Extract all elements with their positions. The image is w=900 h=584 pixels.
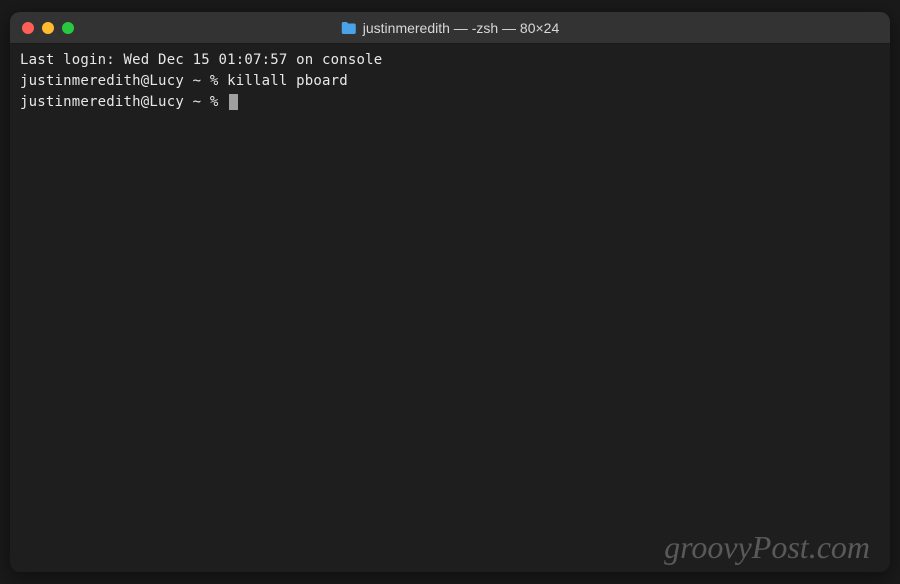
terminal-prompt-line: justinmeredith@Lucy ~ % [20, 92, 880, 113]
maximize-button[interactable] [62, 22, 74, 34]
folder-icon [341, 21, 357, 35]
minimize-button[interactable] [42, 22, 54, 34]
terminal-window: justinmeredith — -zsh — 80×24 Last login… [10, 12, 890, 572]
traffic-lights [22, 22, 74, 34]
title-bar[interactable]: justinmeredith — -zsh — 80×24 [10, 12, 890, 44]
terminal-body[interactable]: Last login: Wed Dec 15 01:07:57 on conso… [10, 44, 890, 572]
cursor [229, 94, 238, 110]
window-title: justinmeredith — -zsh — 80×24 [363, 20, 559, 36]
close-button[interactable] [22, 22, 34, 34]
terminal-prompt: justinmeredith@Lucy ~ % [20, 94, 227, 110]
terminal-line: justinmeredith@Lucy ~ % killall pboard [20, 71, 880, 92]
window-title-area: justinmeredith — -zsh — 80×24 [341, 20, 559, 36]
terminal-line: Last login: Wed Dec 15 01:07:57 on conso… [20, 50, 880, 71]
